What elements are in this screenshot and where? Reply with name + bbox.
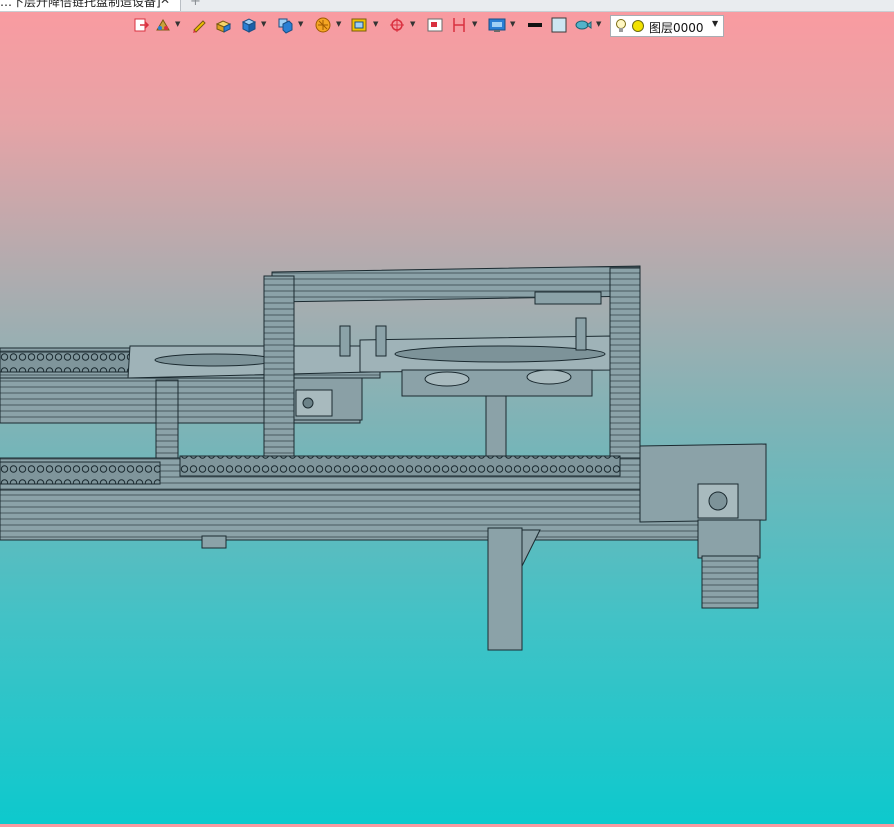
cube-render-icon[interactable] (240, 16, 258, 34)
pencil-edit-icon[interactable] (190, 16, 208, 34)
chevron-down-icon[interactable]: ▼ (596, 20, 601, 28)
view-orientation-icon[interactable] (276, 16, 294, 34)
close-icon[interactable]: ✕ (160, 0, 170, 7)
chevron-down-icon[interactable]: ▼ (472, 20, 477, 28)
fill-color-icon[interactable] (550, 16, 568, 34)
solid-box-icon[interactable] (214, 16, 232, 34)
window-frame-icon[interactable] (426, 16, 444, 34)
lightbulb-icon[interactable] (615, 18, 627, 37)
chevron-down-icon[interactable]: ▼ (510, 20, 515, 28)
document-tab-bar: …下层升降倍链托盘制造设备] ✕ + (0, 0, 894, 12)
conveyor-model[interactable] (0, 38, 894, 824)
chevron-down-icon[interactable]: ▼ (373, 20, 378, 28)
document-tab[interactable]: …下层升降倍链托盘制造设备] ✕ (0, 0, 181, 11)
exit-icon[interactable] (132, 16, 150, 34)
chevron-down-icon[interactable]: ▼ (261, 20, 266, 28)
fish-style-icon[interactable] (574, 16, 592, 34)
display-style-icon[interactable] (350, 16, 368, 34)
chevron-down-icon[interactable]: ▼ (175, 20, 180, 28)
chevron-down-icon[interactable]: ▼ (298, 20, 303, 28)
section-view-icon[interactable] (314, 16, 332, 34)
dimension-icon[interactable] (450, 16, 468, 34)
chevron-down-icon[interactable]: ▼ (712, 19, 718, 28)
screen-view-icon[interactable] (488, 16, 506, 34)
layer-name: 图层0000 (649, 21, 704, 35)
model-viewport[interactable] (0, 38, 894, 824)
snap-target-icon[interactable] (388, 16, 406, 34)
document-tab-title: …下层升降倍链托盘制造设备] (0, 0, 161, 9)
chevron-down-icon[interactable]: ▼ (410, 20, 415, 28)
new-tab-icon[interactable]: + (190, 0, 201, 9)
layer-dropdown[interactable]: 图层0000 ▼ (610, 15, 724, 37)
chevron-down-icon[interactable]: ▼ (336, 20, 341, 28)
line-weight-icon[interactable] (526, 16, 544, 34)
layer-color-icon[interactable] (631, 19, 645, 36)
material-palette-icon[interactable] (154, 16, 172, 34)
